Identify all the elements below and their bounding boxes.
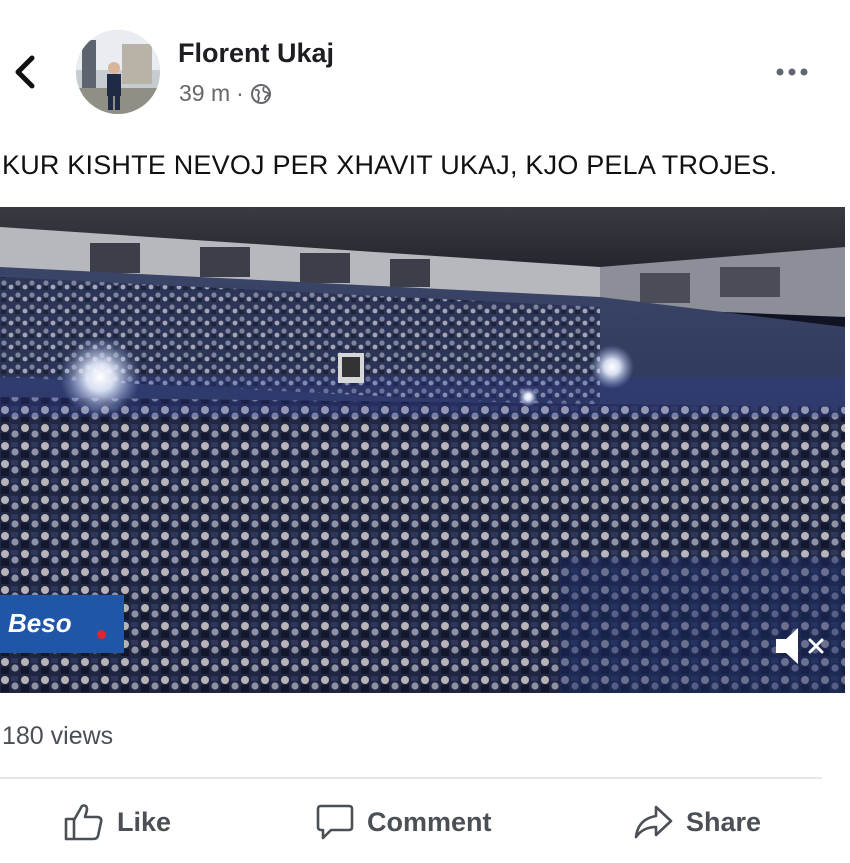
post-time[interactable]: 39 m: [179, 80, 230, 107]
badge-dot: [97, 630, 106, 639]
divider: [0, 777, 822, 779]
back-button[interactable]: [10, 52, 44, 92]
share-arrow-icon: [634, 805, 673, 839]
speech-bubble-icon: [316, 804, 354, 840]
share-button[interactable]: Share: [632, 800, 761, 844]
video-player[interactable]: [0, 207, 845, 693]
thumbs-up-icon: [64, 804, 103, 841]
view-count: 180 views: [2, 722, 114, 750]
avatar[interactable]: [76, 30, 160, 114]
share-label: Share: [686, 806, 762, 837]
speaker-muted-icon: [776, 628, 824, 664]
comment-button[interactable]: Comment: [315, 800, 492, 844]
chevron-left-icon: [15, 55, 35, 89]
globe-icon: [250, 83, 271, 104]
video-overlay-badge: Beso: [0, 595, 124, 653]
video-frame-crowd: [0, 207, 845, 693]
like-button[interactable]: Like: [63, 800, 171, 844]
author-name[interactable]: Florent Ukaj: [178, 38, 334, 69]
more-horizontal-icon: [776, 68, 808, 76]
comment-label: Comment: [367, 806, 492, 837]
meta-separator: ·: [236, 80, 244, 106]
more-options-button[interactable]: [773, 62, 813, 82]
mute-toggle-button[interactable]: [772, 622, 828, 670]
like-label: Like: [117, 806, 172, 837]
post-meta: 39 m ·: [179, 80, 272, 107]
post-caption: KUR KISHTE NEVOJ PER XHAVIT UKAJ, KJO PE…: [2, 150, 778, 180]
